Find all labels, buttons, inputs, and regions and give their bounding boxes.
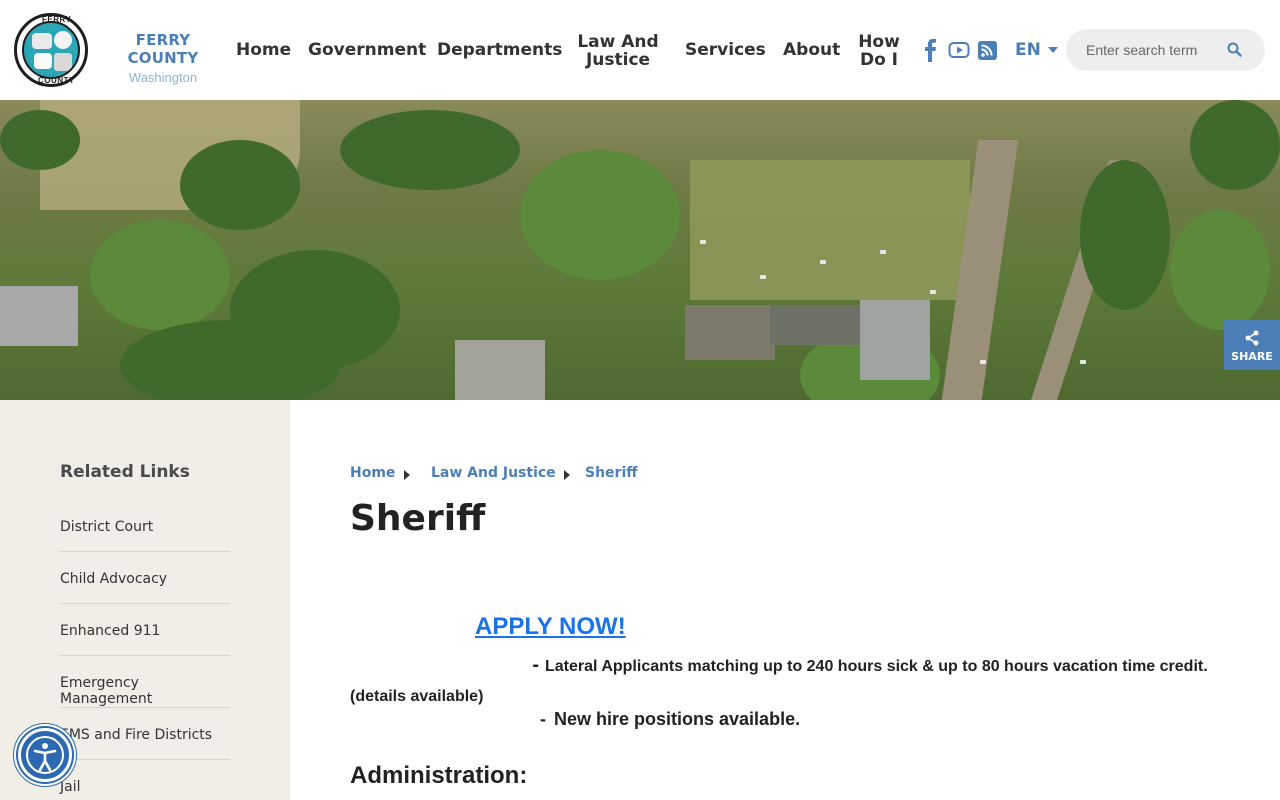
youtube-icon[interactable]: [948, 38, 970, 62]
site-subtitle: Washington: [128, 70, 198, 85]
hero-image: [0, 100, 1280, 400]
related-links-list: District Court Child Advocacy Enhanced 9…: [60, 500, 230, 800]
nav-services[interactable]: Services: [685, 41, 766, 59]
search-box: [1066, 29, 1265, 71]
page-title: Sheriff: [350, 498, 486, 539]
main-content: Home Law And Justice Sheriff Sheriff APP…: [290, 400, 1280, 800]
share-label: SHARE: [1231, 350, 1273, 363]
chevron-down-icon[interactable]: [1048, 47, 1058, 53]
sidebar-item-jail[interactable]: Jail: [60, 760, 230, 800]
share-icon: [1245, 330, 1259, 346]
nav-law-line2: Justice: [585, 50, 651, 70]
accessibility-icon: [18, 728, 72, 782]
new-hire-text: - New hire positions available.: [540, 709, 800, 730]
sidebar-title: Related Links: [60, 462, 190, 482]
bullet-dash: -: [532, 654, 539, 676]
seal-text-top: FERRY: [42, 15, 72, 24]
search-input[interactable]: [1086, 40, 1198, 60]
chevron-right-icon: [564, 470, 570, 480]
county-seal-logo[interactable]: FERRY COUNTY: [14, 13, 88, 87]
sidebar-item-district-court[interactable]: District Court: [60, 500, 230, 552]
facebook-icon[interactable]: [920, 38, 942, 62]
share-button[interactable]: SHARE: [1224, 320, 1280, 370]
nav-home[interactable]: Home: [236, 41, 291, 59]
language-selector[interactable]: EN: [1015, 40, 1041, 60]
nav-how-line1: How: [858, 32, 900, 52]
sidebar-item-child-advocacy[interactable]: Child Advocacy: [60, 552, 230, 604]
lateral-applicants-text: - Lateral Applicants matching up to 240 h…: [350, 650, 1220, 712]
site-header: FERRY COUNTY FERRY COUNTY Washington Hom…: [0, 0, 1280, 100]
nav-how-line2: Do I: [859, 50, 899, 70]
breadcrumb-law-and-justice[interactable]: Law And Justice: [431, 465, 556, 481]
site-brand[interactable]: FERRY COUNTY Washington: [100, 31, 226, 85]
nav-how-do-i[interactable]: How Do I: [855, 33, 903, 69]
chevron-right-icon: [404, 470, 410, 480]
sidebar-item-emergency-management[interactable]: Emergency Management: [60, 656, 230, 708]
search-icon[interactable]: [1226, 41, 1244, 59]
sidebar-item-ems-fire-districts[interactable]: EMS and Fire Districts: [60, 708, 230, 760]
seal-text-bottom: COUNTY: [38, 76, 75, 85]
new-hire-body: New hire positions available.: [554, 709, 801, 729]
breadcrumb-home[interactable]: Home: [350, 465, 395, 481]
site-name: FERRY COUNTY: [127, 31, 199, 67]
seal-emblem: [22, 21, 80, 79]
breadcrumb-sheriff[interactable]: Sheriff: [585, 465, 638, 481]
sidebar-item-enhanced-911[interactable]: Enhanced 911: [60, 604, 230, 656]
nav-law-and-justice[interactable]: Law And Justice: [572, 33, 664, 69]
nav-about[interactable]: About: [783, 41, 840, 59]
bullet-dash: -: [540, 709, 546, 729]
nav-departments[interactable]: Departments: [437, 41, 562, 59]
apply-now-link[interactable]: APPLY NOW!: [475, 613, 626, 641]
administration-heading: Administration:: [350, 762, 528, 789]
nav-law-line1: Law And: [577, 32, 659, 52]
nav-government[interactable]: Government: [308, 41, 426, 59]
rss-icon[interactable]: [977, 38, 999, 62]
accessibility-button[interactable]: [13, 723, 77, 787]
